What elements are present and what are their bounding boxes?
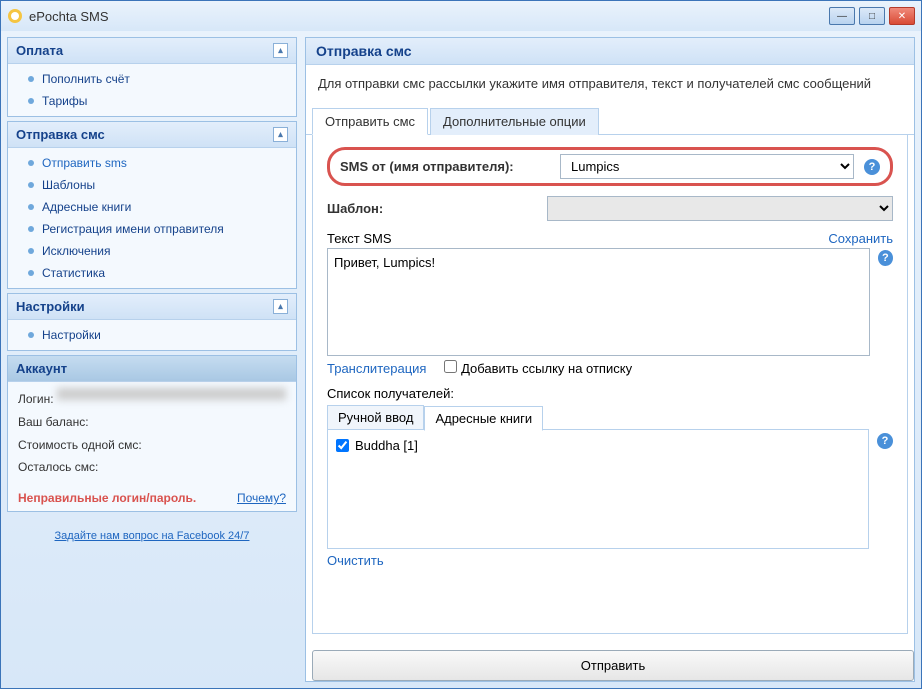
send-button[interactable]: Отправить [312, 650, 914, 681]
login-value [57, 388, 286, 400]
recipient-checkbox[interactable] [336, 439, 349, 452]
minimize-button[interactable]: — [829, 7, 855, 25]
nav-topup[interactable]: Пополнить счёт [8, 68, 296, 90]
account-login-row: Логин: [18, 388, 286, 411]
template-row: Шаблон: [327, 196, 893, 221]
body: Оплата ▴ Пополнить счёт Тарифы Отправка … [1, 31, 921, 688]
panel-send: Отправка смс ▴ Отправить sms Шаблоны Адр… [7, 121, 297, 289]
window-buttons: — □ ✕ [829, 7, 915, 25]
tabs: Отправить смс Дополнительные опции [306, 107, 914, 135]
titlebar: ePochta SMS — □ ✕ [1, 1, 921, 31]
clear-link[interactable]: Очистить [327, 553, 384, 568]
panel-body: Отправить sms Шаблоны Адресные книги Рег… [8, 148, 296, 288]
text-sms-label: Текст SMS [327, 231, 392, 246]
main-desc: Для отправки смс рассылки укажите имя от… [306, 65, 914, 107]
panel-title: Настройки [16, 299, 85, 314]
textarea-wrap: ? [327, 248, 893, 356]
template-label: Шаблон: [327, 201, 537, 216]
maximize-button[interactable]: □ [859, 7, 885, 25]
tab-content: SMS от (имя отправителя): Lumpics ? Шабл… [312, 135, 908, 634]
nav-register-sender[interactable]: Регистрация имени отправителя [8, 218, 296, 240]
sender-row-highlight: SMS от (имя отправителя): Lumpics ? [327, 147, 893, 186]
inner-tabs: Ручной ввод Адресные книги [327, 405, 869, 430]
panel-header-send[interactable]: Отправка смс ▴ [8, 122, 296, 148]
sms-textarea[interactable] [327, 248, 870, 356]
panel-account: Аккаунт Логин: Ваш баланс: Стоимость одн… [7, 355, 297, 512]
panel-header-account: Аккаунт [8, 356, 296, 382]
account-body: Логин: Ваш баланс: Стоимость одной смс: … [8, 382, 296, 485]
panel-settings: Настройки ▴ Настройки [7, 293, 297, 351]
help-icon[interactable]: ? [864, 159, 880, 175]
account-error: Неправильные логин/пароль. Почему? [8, 485, 296, 511]
panel-title: Отправка смс [16, 127, 105, 142]
help-icon[interactable]: ? [878, 250, 893, 266]
save-link[interactable]: Сохранить [828, 231, 893, 246]
main-title: Отправка смс [306, 38, 914, 65]
nav-send-sms[interactable]: Отправить sms [8, 152, 296, 174]
nav-settings[interactable]: Настройки [8, 324, 296, 346]
panel-body: Настройки [8, 320, 296, 350]
nav-tariffs[interactable]: Тарифы [8, 90, 296, 112]
sidebar: Оплата ▴ Пополнить счёт Тарифы Отправка … [7, 37, 297, 682]
tab-send[interactable]: Отправить смс [312, 108, 428, 135]
recipients-label: Список получателей: [327, 386, 893, 401]
why-link[interactable]: Почему? [237, 491, 286, 505]
nav-stats[interactable]: Статистика [8, 262, 296, 284]
account-smsleft-row: Осталось смс: [18, 456, 286, 479]
close-button[interactable]: ✕ [889, 7, 915, 25]
error-text: Неправильные логин/пароль. [18, 491, 196, 505]
recipient-item[interactable]: Buddha [1] [336, 438, 860, 453]
collapse-icon[interactable]: ▴ [273, 43, 288, 58]
app-icon [7, 8, 23, 24]
collapse-icon[interactable]: ▴ [273, 127, 288, 142]
collapse-icon[interactable]: ▴ [273, 299, 288, 314]
text-label-row: Текст SMS Сохранить [327, 231, 893, 246]
nav-exclusions[interactable]: Исключения [8, 240, 296, 262]
panel-header-payment[interactable]: Оплата ▴ [8, 38, 296, 64]
account-balance-row: Ваш баланс: [18, 411, 286, 434]
template-select[interactable] [547, 196, 893, 221]
window-title: ePochta SMS [29, 9, 829, 24]
main-panel: Отправка смс Для отправки смс рассылки у… [305, 37, 915, 682]
panel-title: Оплата [16, 43, 63, 58]
account-smscost-row: Стоимость одной смс: [18, 434, 286, 457]
unsub-checkbox[interactable] [444, 360, 457, 373]
tab-books[interactable]: Адресные книги [424, 406, 543, 431]
help-icon[interactable]: ? [877, 433, 893, 449]
tab-manual[interactable]: Ручной ввод [327, 405, 424, 430]
nav-address-books[interactable]: Адресные книги [8, 196, 296, 218]
tab-extra[interactable]: Дополнительные опции [430, 108, 599, 135]
recipients-box: Buddha [1] [327, 429, 869, 549]
nav-templates[interactable]: Шаблоны [8, 174, 296, 196]
translit-link[interactable]: Транслитерация [327, 361, 426, 376]
panel-header-settings[interactable]: Настройки ▴ [8, 294, 296, 320]
panel-payment: Оплата ▴ Пополнить счёт Тарифы [7, 37, 297, 117]
translit-row: Транслитерация Добавить ссылку на отписк… [327, 360, 893, 376]
panel-body: Пополнить счёт Тарифы [8, 64, 296, 116]
main: Отправка смс Для отправки смс рассылки у… [305, 37, 915, 682]
facebook-link[interactable]: Задайте нам вопрос на Facebook 24/7 [7, 516, 297, 546]
sender-select[interactable]: Lumpics [560, 154, 854, 179]
sender-label: SMS от (имя отправителя): [340, 159, 550, 174]
app-window: ePochta SMS — □ ✕ Оплата ▴ Пополнить счё… [0, 0, 922, 689]
unsub-checkbox-label[interactable]: Добавить ссылку на отписку [444, 360, 632, 376]
panel-title: Аккаунт [16, 361, 67, 376]
